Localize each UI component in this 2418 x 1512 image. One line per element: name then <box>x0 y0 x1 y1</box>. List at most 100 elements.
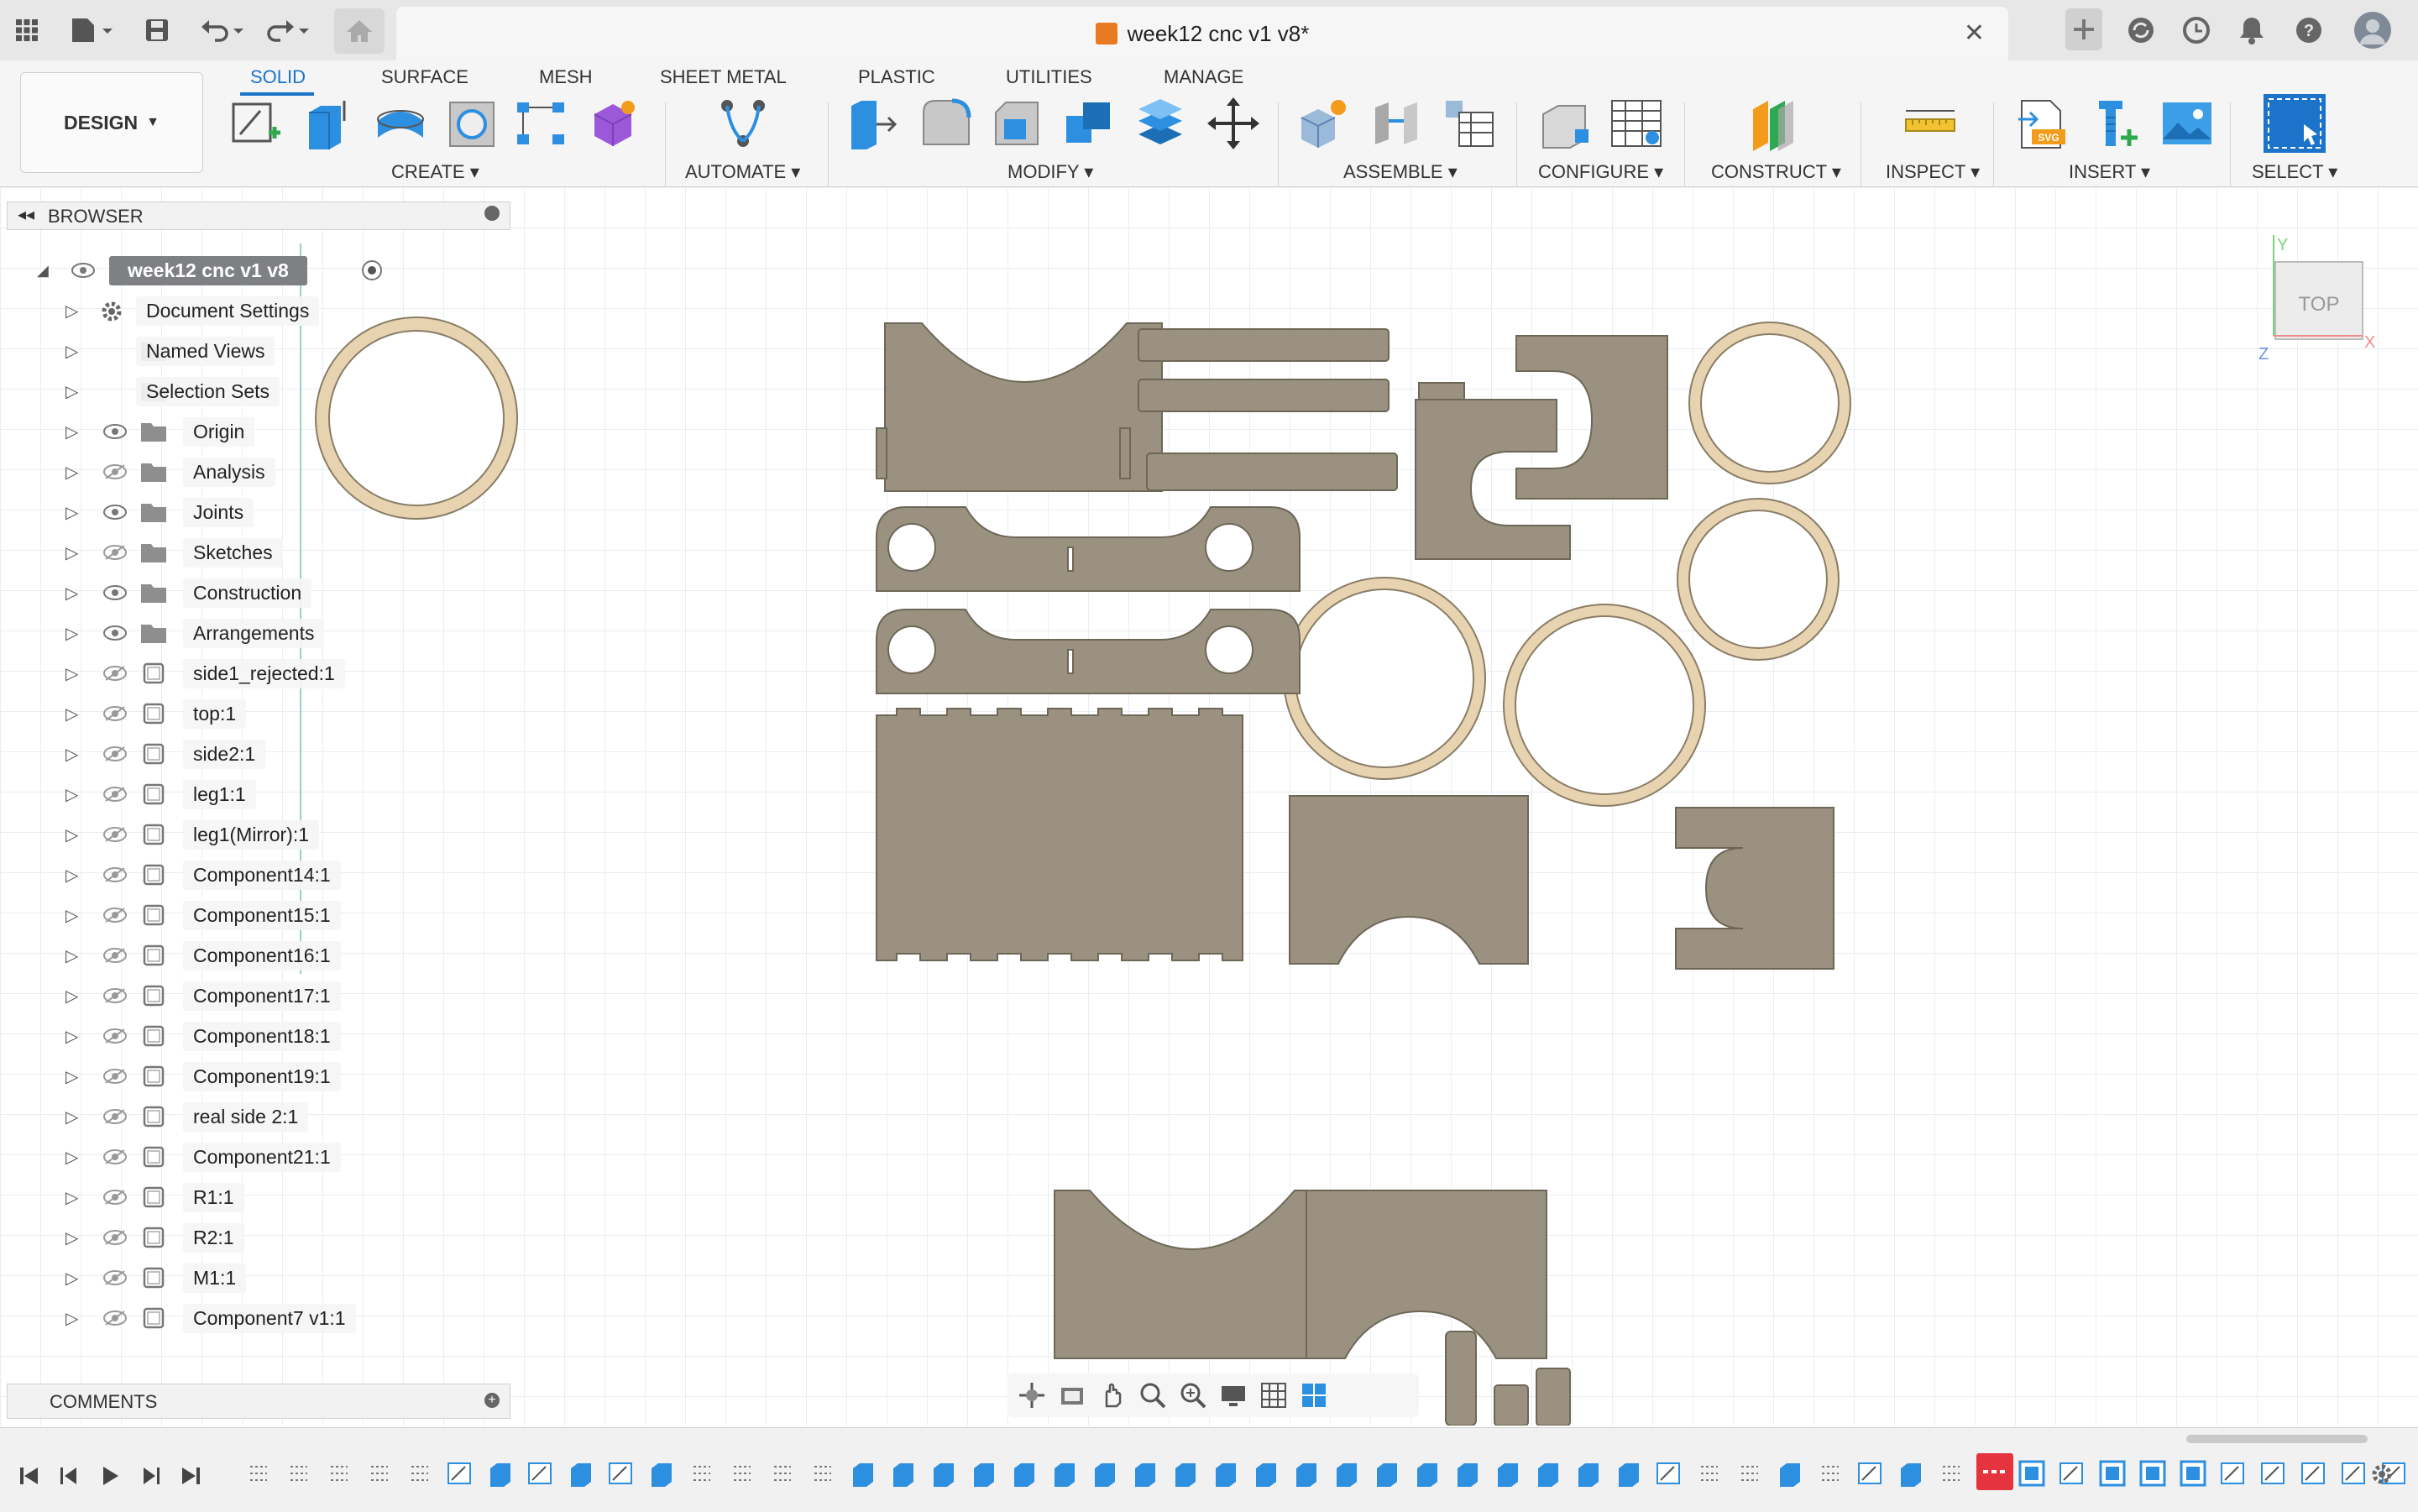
collapse-panel-icon[interactable]: ◂◂ <box>18 204 34 225</box>
timeline-step-extrude[interactable] <box>1533 1458 1563 1488</box>
expand-triangle-icon[interactable]: ▷ <box>65 583 78 604</box>
construct-group-label[interactable]: CONSTRUCT ▾ <box>1711 161 1841 183</box>
browser-item[interactable]: ▷ side2:1 <box>0 735 521 772</box>
browser-item[interactable]: ▷ Origin <box>0 413 521 450</box>
expand-triangle-icon[interactable]: ▷ <box>65 1308 78 1329</box>
browser-item[interactable]: ▷ Component14:1 <box>0 856 521 893</box>
timeline-step-sketch[interactable] <box>405 1458 435 1488</box>
timeline-step-extrude[interactable] <box>848 1458 878 1488</box>
timeline-step-sketch[interactable] <box>687 1458 717 1488</box>
bill-of-materials-icon[interactable] <box>1441 96 1496 151</box>
browser-item[interactable]: ▷ leg1:1 <box>0 776 521 813</box>
timeline-step-extrude[interactable] <box>646 1458 677 1488</box>
orbit-icon[interactable] <box>1016 1379 1048 1411</box>
eye-hidden-icon[interactable] <box>102 1028 128 1044</box>
new-component-icon[interactable] <box>1296 96 1352 151</box>
create-form-icon[interactable] <box>586 96 641 151</box>
timeline-step-sketch[interactable] <box>1815 1458 1845 1488</box>
timeline-step-extrude[interactable] <box>1412 1458 1442 1488</box>
browser-item[interactable]: ▷ Named Views <box>0 332 521 369</box>
grid-settings-icon[interactable] <box>1258 1379 1290 1411</box>
eye-hidden-icon[interactable] <box>102 1270 128 1285</box>
timeline-step-feature[interactable] <box>2258 1458 2289 1488</box>
timeline-step-feature[interactable] <box>2057 1458 2087 1488</box>
timeline-step-sketch[interactable] <box>1936 1458 1966 1488</box>
help-icon[interactable]: ? <box>2290 10 2327 50</box>
timeline-scrollbar[interactable] <box>2186 1435 2368 1443</box>
collapse-triangle-icon[interactable]: ◢ <box>37 262 49 280</box>
save-icon[interactable] <box>141 10 173 50</box>
display-settings-icon[interactable] <box>1217 1379 1249 1411</box>
timeline-end-icon[interactable] <box>176 1462 205 1490</box>
timeline-step-extrude[interactable] <box>929 1458 959 1488</box>
fit-icon[interactable] <box>1177 1379 1209 1411</box>
insert-mcmaster-icon[interactable] <box>2087 96 2143 151</box>
expand-triangle-icon[interactable]: ▷ <box>65 865 78 886</box>
timeline-step-extrude[interactable] <box>566 1458 596 1488</box>
browser-item[interactable]: ▷ Component18:1 <box>0 1018 521 1054</box>
job-status-icon[interactable] <box>2178 10 2215 50</box>
file-menu-icon[interactable] <box>67 10 118 50</box>
browser-item[interactable]: ▷ R2:1 <box>0 1219 521 1256</box>
timeline-step-feature[interactable] <box>2299 1458 2329 1488</box>
timeline-step-sketch[interactable] <box>1735 1458 1765 1488</box>
timeline-step-extrude[interactable] <box>1130 1458 1160 1488</box>
timeline-step-extrude[interactable] <box>1452 1458 1483 1488</box>
user-avatar-icon[interactable] <box>2351 10 2394 50</box>
timeline-marker[interactable] <box>1976 1453 2013 1490</box>
expand-triangle-icon[interactable]: ▷ <box>65 704 78 725</box>
combine-icon[interactable] <box>1061 96 1117 151</box>
browser-root-row[interactable]: ◢ week12 cnc v1 v8 <box>0 252 521 289</box>
expand-triangle-icon[interactable]: ▷ <box>65 744 78 765</box>
browser-item[interactable]: ▷ Document Settings <box>0 292 521 329</box>
eye-hidden-icon[interactable] <box>102 1149 128 1164</box>
automate-icon[interactable] <box>715 96 771 151</box>
tab-surface[interactable]: SURFACE <box>381 60 468 94</box>
extrude-icon[interactable] <box>301 96 356 151</box>
pan-icon[interactable] <box>1096 1379 1128 1411</box>
expand-triangle-icon[interactable]: ▷ <box>65 502 78 523</box>
timeline-step-sketch[interactable] <box>727 1458 757 1488</box>
browser-item[interactable]: ▷ side1_rejected:1 <box>0 655 521 692</box>
timeline-step-sketch[interactable] <box>808 1458 838 1488</box>
viewcube[interactable]: TOP Y X Z <box>2258 235 2376 364</box>
timeline-step-assemble[interactable] <box>2017 1458 2047 1488</box>
timeline-step-sketch[interactable] <box>1694 1458 1725 1488</box>
select-group-label[interactable]: SELECT ▾ <box>2252 161 2337 183</box>
timeline-step-feature[interactable] <box>1855 1458 1886 1488</box>
expand-triangle-icon[interactable]: ▷ <box>65 824 78 845</box>
eye-hidden-icon[interactable] <box>102 746 128 761</box>
eye-icon[interactable] <box>102 424 128 439</box>
timeline-step-feature[interactable] <box>526 1458 556 1488</box>
expand-triangle-icon[interactable]: ▷ <box>65 1147 78 1168</box>
timeline-previous-icon[interactable] <box>55 1462 84 1490</box>
select-icon[interactable] <box>2262 92 2327 154</box>
timeline-step-extrude[interactable] <box>1049 1458 1080 1488</box>
timeline-step-sketch[interactable] <box>364 1458 395 1488</box>
expand-triangle-icon[interactable]: ▷ <box>65 1227 78 1248</box>
eye-hidden-icon[interactable] <box>102 867 128 882</box>
expand-triangle-icon[interactable]: ▷ <box>65 421 78 442</box>
insert-group-label[interactable]: INSERT ▾ <box>2069 161 2150 183</box>
eye-hidden-icon[interactable] <box>102 827 128 842</box>
expand-triangle-icon[interactable]: ▷ <box>65 784 78 805</box>
timeline-step-extrude[interactable] <box>1332 1458 1362 1488</box>
timeline-step-extrude[interactable] <box>1775 1458 1805 1488</box>
browser-item[interactable]: ▷ Arrangements <box>0 615 521 651</box>
tab-utilities[interactable]: UTILITIES <box>1006 60 1092 94</box>
timeline-step-sketch[interactable] <box>243 1458 274 1488</box>
browser-item[interactable]: ▷ Joints <box>0 494 521 531</box>
expand-triangle-icon[interactable]: ▷ <box>65 1107 78 1127</box>
timeline-step-extrude[interactable] <box>1372 1458 1402 1488</box>
tab-mesh[interactable]: MESH <box>539 60 593 94</box>
timeline-step-assemble[interactable] <box>2178 1458 2208 1488</box>
eye-hidden-icon[interactable] <box>102 706 128 721</box>
tab-manage[interactable]: MANAGE <box>1164 60 1243 94</box>
insert-svg-icon[interactable]: SVG <box>2015 96 2070 151</box>
browser-item[interactable]: ▷ Construction <box>0 574 521 611</box>
timeline-step-extrude[interactable] <box>485 1458 516 1488</box>
timeline-step-extrude[interactable] <box>1614 1458 1644 1488</box>
timeline-step-extrude[interactable] <box>1211 1458 1241 1488</box>
timeline-step-extrude[interactable] <box>1291 1458 1322 1488</box>
modify-group-label[interactable]: MODIFY ▾ <box>1008 161 1093 183</box>
